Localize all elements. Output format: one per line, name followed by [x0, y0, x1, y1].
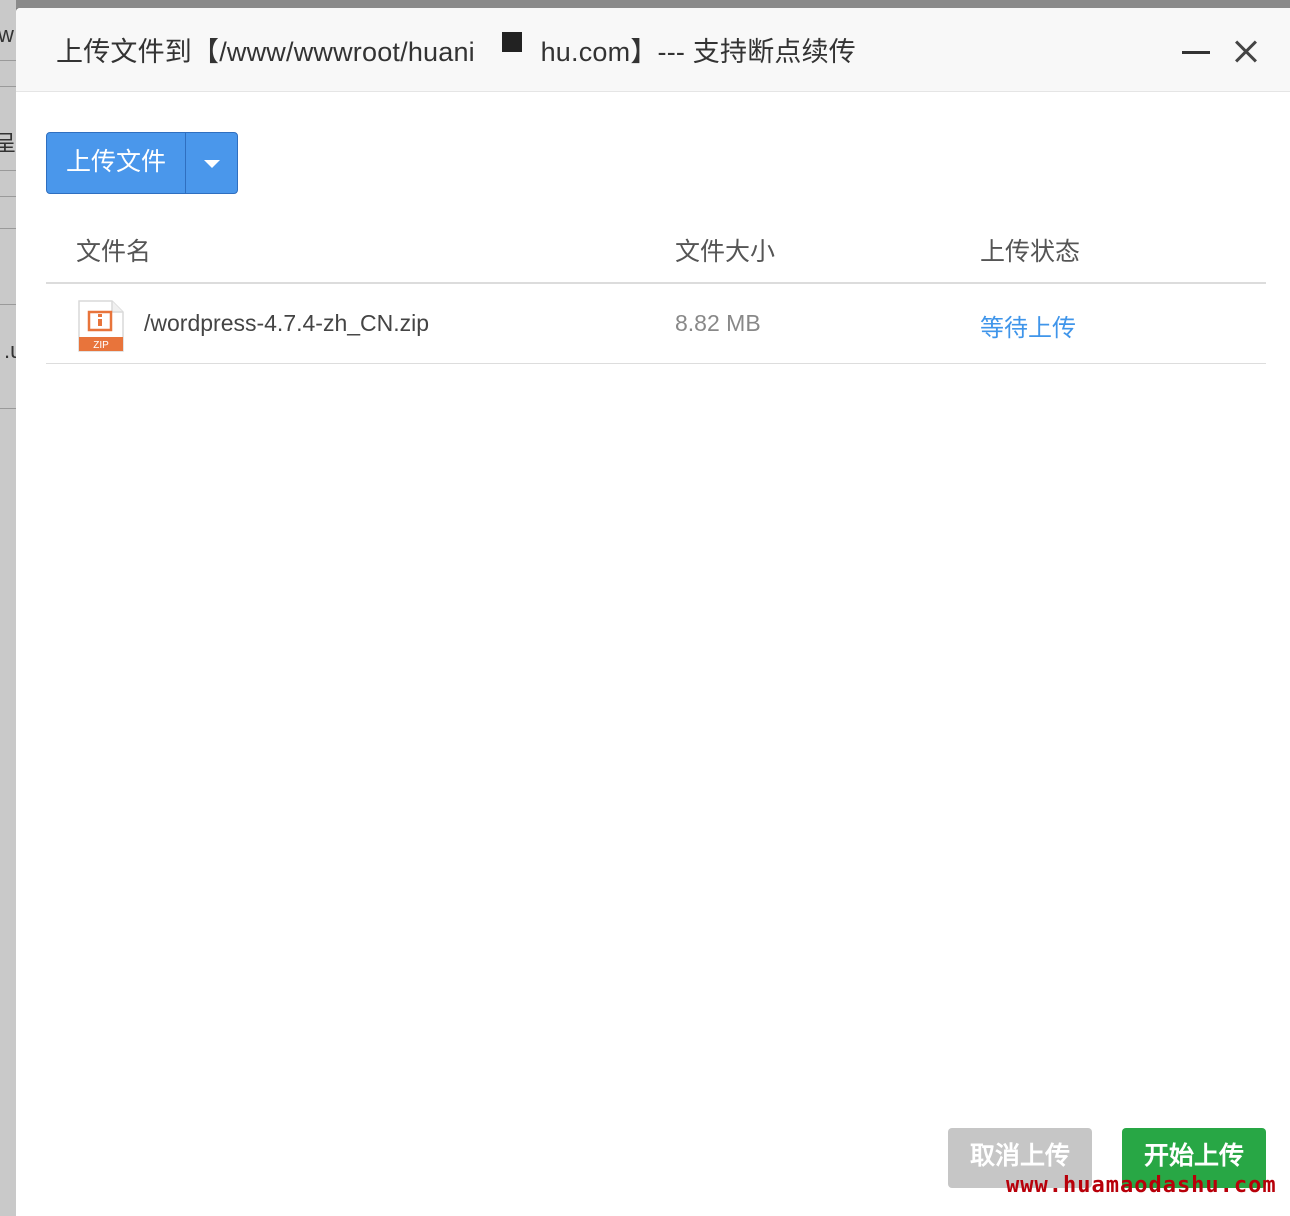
redaction-block — [502, 32, 522, 52]
background-divider — [0, 170, 16, 171]
watermark: www.huamaodashu.com — [1006, 1173, 1277, 1198]
file-size: 8.82 MB — [675, 310, 761, 336]
header-file-size: 文件大小 — [675, 238, 776, 266]
background-text: .u — [4, 338, 16, 363]
file-name: /wordpress-4.7.4-zh_CN.zip — [144, 310, 430, 336]
close-button[interactable] — [1226, 32, 1266, 72]
zip-icon-label: ZIP — [93, 340, 109, 351]
background-text: 呈 — [0, 131, 16, 156]
upload-button-group: 上传文件 — [46, 132, 238, 194]
minimize-icon — [1182, 51, 1210, 54]
zip-file-icon: ZIP — [78, 300, 124, 352]
header-file-name: 文件名 — [76, 238, 152, 266]
background-text: w — [0, 22, 14, 47]
background-divider — [0, 86, 16, 87]
dialog-title: 上传文件到【/www/wwwroot/huani shu.com】--- 支持断点… — [56, 37, 857, 67]
upload-dropdown-button[interactable] — [186, 133, 237, 193]
background-divider — [0, 408, 16, 409]
background-divider — [0, 228, 16, 229]
background-divider — [0, 196, 16, 197]
upload-status: 等待上传 — [980, 315, 1076, 342]
background-divider — [0, 60, 16, 61]
header-upload-status: 上传状态 — [980, 238, 1081, 266]
background-divider — [0, 304, 16, 305]
upload-file-table: 文件名 文件大小 上传状态 ZIP /wordpress-4.7.4-zh_CN… — [46, 218, 1266, 364]
table-row: ZIP /wordpress-4.7.4-zh_CN.zip 8.82 MB 等… — [46, 284, 1266, 364]
background-page: w 呈 .u — [0, 0, 16, 1216]
dialog-titlebar[interactable]: 上传文件到【/www/wwwroot/huani shu.com】--- 支持断点… — [16, 8, 1290, 92]
minimize-button[interactable] — [1174, 32, 1218, 72]
caret-down-icon — [204, 160, 220, 168]
table-header: 文件名 文件大小 上传状态 — [46, 218, 1266, 284]
background-topbar — [16, 0, 1290, 8]
upload-file-button[interactable]: 上传文件 — [47, 133, 185, 193]
upload-dialog: 上传文件到【/www/wwwroot/huani shu.com】--- 支持断点… — [16, 8, 1290, 1216]
